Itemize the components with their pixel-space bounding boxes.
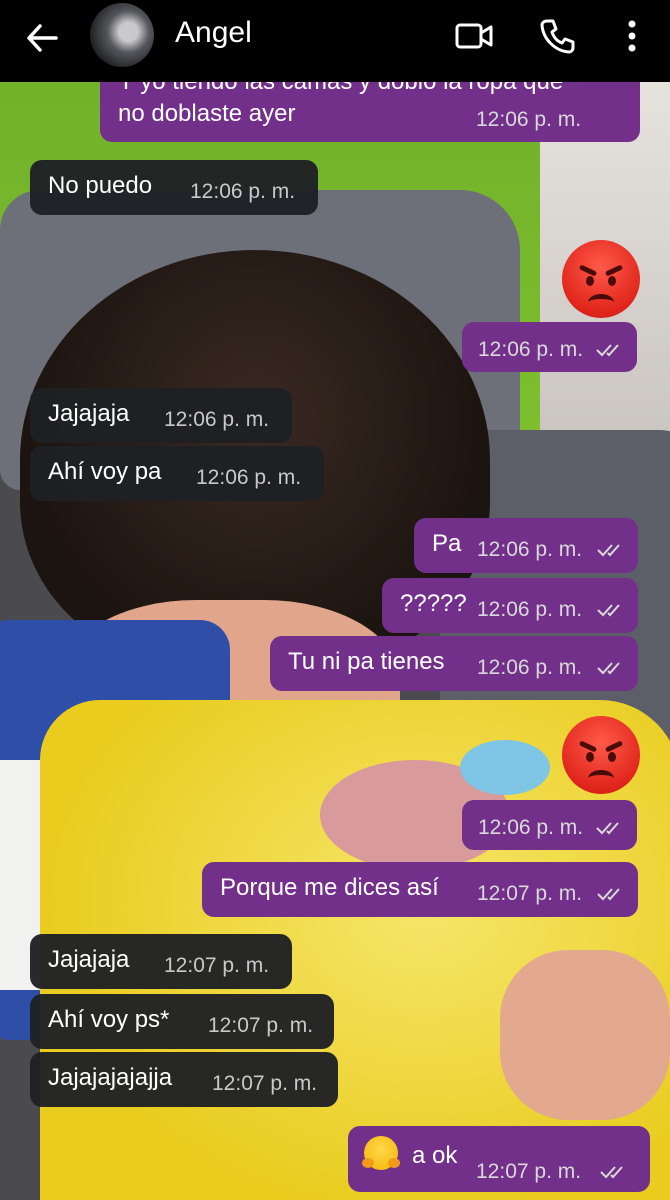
message-bubble-incoming[interactable]: Ahí voy ps* 12:07 p. m.: [30, 994, 334, 1049]
read-ticks-icon: [597, 544, 620, 557]
message-bubble-outgoing[interactable]: 12:06 p. m.: [462, 322, 637, 372]
message-time: 12:06 p. m.: [478, 338, 584, 361]
back-arrow-icon[interactable]: [24, 20, 60, 56]
message-time: 12:07 p. m.: [476, 1160, 582, 1183]
message-time: 12:07 p. m.: [477, 882, 583, 905]
message-time: 12:07 p. m.: [212, 1072, 318, 1095]
message-bubble-outgoing[interactable]: a ok 12:07 p. m.: [348, 1126, 650, 1192]
message-time: 12:06 p. m.: [196, 466, 302, 489]
message-text: Tu ni pa tienes: [288, 648, 445, 675]
wallpaper-baby-cap: [460, 740, 550, 795]
contact-name[interactable]: Angel: [175, 16, 252, 50]
video-call-icon[interactable]: [454, 16, 494, 56]
message-time: 12:06 p. m.: [164, 408, 270, 431]
message-time: 12:06 p. m.: [477, 598, 583, 621]
message-text: Jajajaja: [48, 400, 130, 427]
message-bubble-incoming[interactable]: No puedo 12:06 p. m.: [30, 160, 318, 215]
read-ticks-icon: [596, 344, 619, 357]
message-bubble-incoming[interactable]: Jajajaja 12:06 p. m.: [30, 388, 292, 443]
message-text: Porque me dices así: [220, 874, 439, 901]
message-bubble-incoming[interactable]: Jajajaja 12:07 p. m.: [30, 934, 292, 989]
message-text-line2: no doblaste ayer: [118, 100, 296, 127]
message-bubble-outgoing[interactable]: Tu ni pa tienes 12:06 p. m.: [270, 636, 638, 691]
message-bubble-outgoing[interactable]: Pa 12:06 p. m.: [414, 518, 638, 573]
message-text: Jajajajajajja: [48, 1064, 173, 1091]
message-text: No puedo: [48, 172, 153, 199]
message-bubble-outgoing[interactable]: Porque me dices así 12:07 p. m.: [202, 862, 638, 917]
message-time: 12:07 p. m.: [164, 954, 270, 977]
message-time: 12:07 p. m.: [208, 1014, 314, 1037]
read-ticks-icon: [596, 822, 619, 835]
contact-avatar[interactable]: [90, 3, 154, 67]
read-ticks-icon: [600, 1166, 623, 1179]
message-text: a ok: [412, 1142, 458, 1169]
read-ticks-icon: [597, 604, 620, 617]
chat-header: Angel: [0, 0, 670, 82]
message-time: 12:06 p. m.: [477, 538, 583, 561]
message-text: Ahí voy ps*: [48, 1006, 170, 1033]
message-text: Pa: [432, 530, 462, 557]
message-bubble-incoming[interactable]: Jajajajajajja 12:07 p. m.: [30, 1052, 338, 1107]
message-text: ?????: [400, 590, 467, 617]
message-bubble-incoming[interactable]: Ahí voy pa 12:06 p. m.: [30, 446, 324, 501]
read-ticks-icon: [597, 888, 620, 901]
message-time: 12:06 p. m.: [190, 180, 296, 203]
chat-screen: Y yo tiendo las camas y doblo la ropa qu…: [0, 0, 670, 1200]
read-ticks-icon: [597, 662, 620, 675]
phone-icon[interactable]: [538, 16, 578, 56]
message-time: 12:06 p. m.: [476, 108, 582, 131]
hugging-face-emoji-icon: [362, 1136, 400, 1170]
message-bubble-outgoing[interactable]: ????? 12:06 p. m.: [382, 578, 638, 633]
message-time: 12:06 p. m.: [477, 656, 583, 679]
message-bubble-outgoing[interactable]: 12:06 p. m.: [462, 800, 637, 850]
more-options-icon[interactable]: [612, 16, 652, 56]
angry-face-emoji-icon: [562, 716, 640, 794]
message-text: Ahí voy pa: [48, 458, 162, 485]
message-text: Jajajaja: [48, 946, 130, 973]
message-time: 12:06 p. m.: [478, 816, 584, 839]
angry-face-emoji-icon: [562, 240, 640, 318]
wallpaper-hand: [500, 950, 670, 1120]
